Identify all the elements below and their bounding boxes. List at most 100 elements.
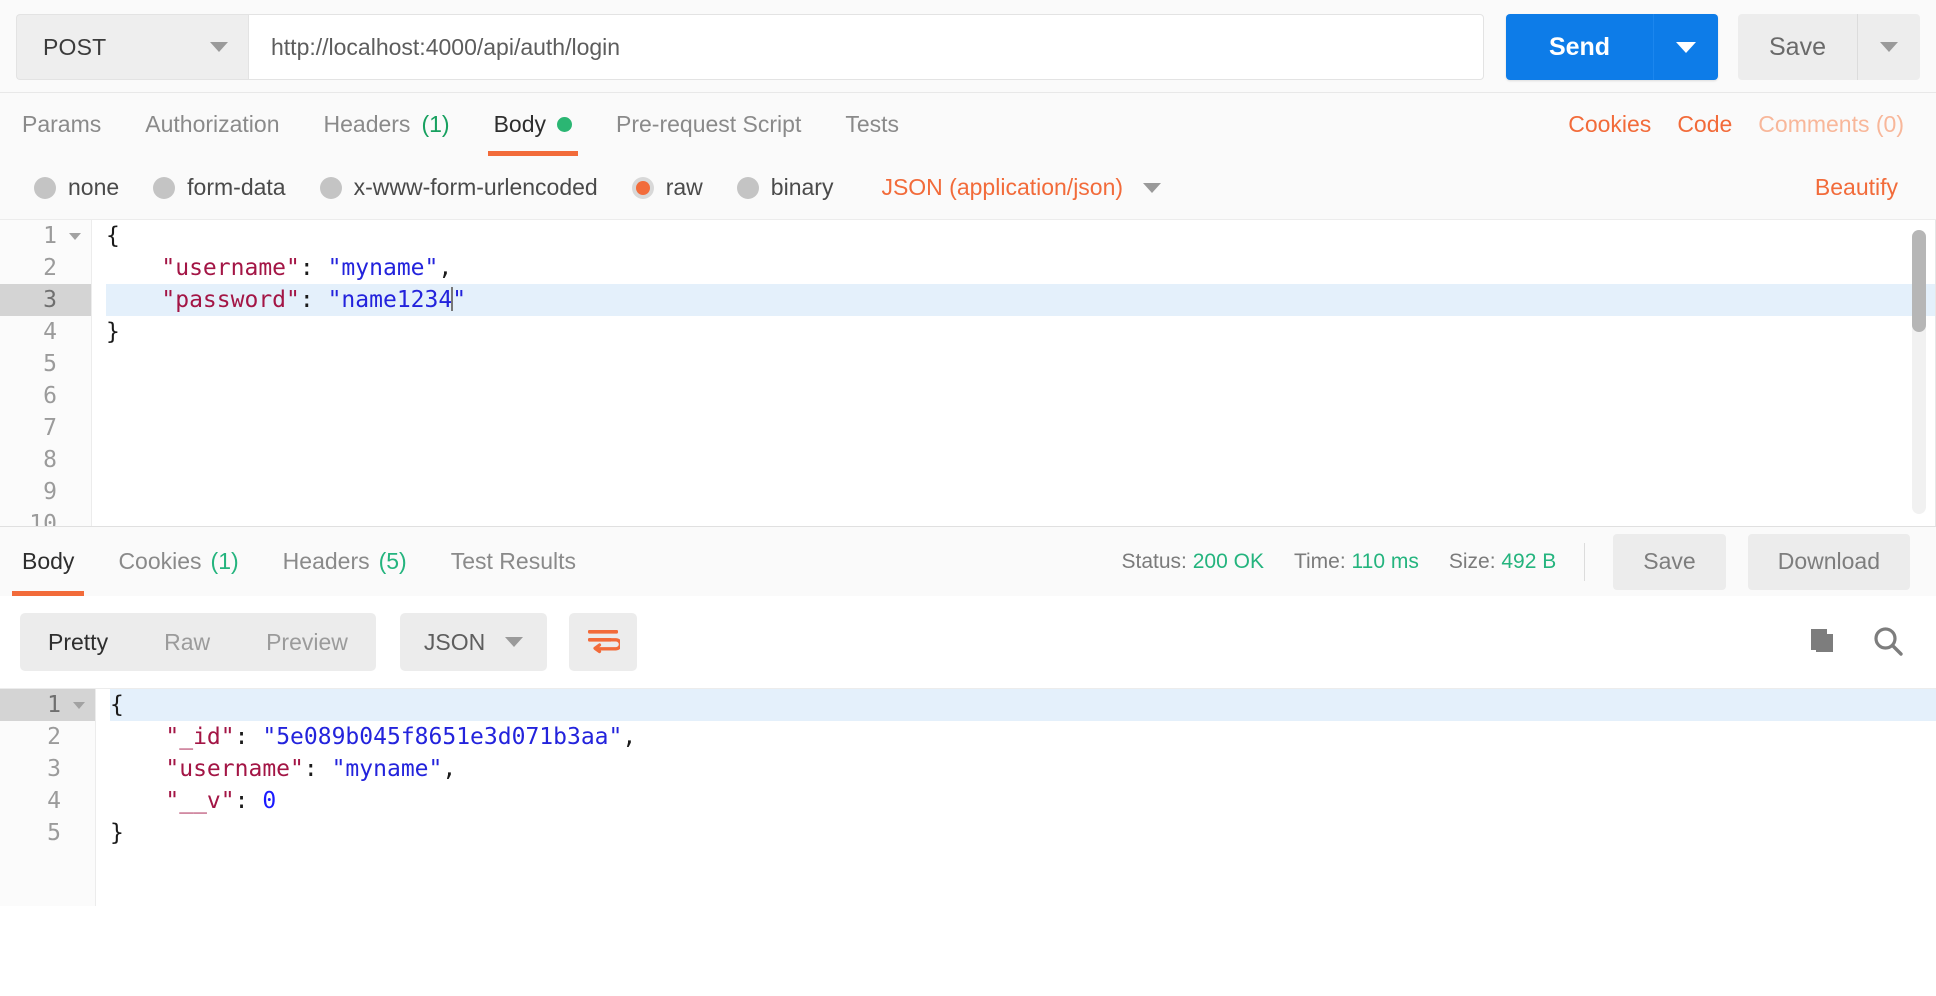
code-token: ,	[442, 756, 457, 782]
tab-label: Pre-request Script	[616, 111, 802, 137]
tab-label: Params	[22, 111, 102, 137]
option-label: form-data	[187, 174, 286, 200]
response-editor-gutter: 1 2 3 4 5	[0, 689, 96, 906]
view-pretty-button[interactable]: Pretty	[20, 613, 136, 671]
line-number: 2	[47, 724, 61, 750]
response-download-button[interactable]: Download	[1747, 533, 1910, 590]
code-line: "_id": "5e089b045f8651e3d071b3aa",	[110, 721, 1936, 753]
divider	[1584, 542, 1586, 581]
tab-label: Body	[493, 111, 546, 137]
line-number: 6	[43, 383, 57, 409]
code-token: "5e089b045f8651e3d071b3aa"	[262, 724, 623, 750]
request-code-content[interactable]: { "username": "myname", "password": "nam…	[92, 220, 1936, 526]
code-token: "username"	[165, 756, 304, 782]
tab-headers[interactable]: Headers (1)	[302, 93, 472, 156]
response-format-select[interactable]: JSON	[399, 613, 548, 671]
content-type-label: JSON (application/json)	[881, 174, 1124, 200]
comments-link[interactable]: Comments (0)	[1758, 111, 1904, 138]
save-button[interactable]: Save	[1738, 14, 1858, 80]
response-code-content[interactable]: { "_id": "5e089b045f8651e3d071b3aa", "us…	[96, 689, 1936, 906]
option-label: none	[68, 174, 120, 200]
body-type-x-www-form-urlencoded[interactable]: x-www-form-urlencoded	[319, 174, 598, 201]
request-tabs-bar: Params Authorization Headers (1) Body Pr…	[0, 92, 1936, 156]
chevron-down-icon	[505, 637, 524, 647]
tab-label: Body	[22, 548, 75, 574]
body-type-options: none form-data x-www-form-urlencoded raw…	[34, 174, 1162, 201]
fold-arrow-icon[interactable]	[73, 702, 85, 709]
request-editor-scrollbar-thumb[interactable]	[1912, 230, 1926, 332]
line-number: 7	[43, 415, 57, 441]
response-body-editor[interactable]: 1 2 3 4 5 { "_id": "5e089b045f8651e3d071…	[0, 688, 1936, 906]
line-number-active: 1	[0, 689, 95, 721]
code-line: }	[110, 817, 1936, 849]
request-url-bar: POST http://localhost:4000/api/auth/logi…	[0, 0, 1936, 92]
line-number: 4	[47, 788, 61, 814]
chevron-down-icon	[1676, 41, 1696, 53]
send-button[interactable]: Send	[1506, 14, 1654, 80]
size-value: 492 B	[1501, 549, 1557, 573]
tab-label: Tests	[845, 111, 900, 137]
line-number-active: 3	[0, 284, 91, 316]
code-token: "	[452, 287, 467, 313]
tab-params[interactable]: Params	[0, 93, 123, 156]
tab-body[interactable]: Body	[472, 93, 594, 156]
time-group: Time: 110 ms	[1294, 550, 1419, 574]
tab-tests[interactable]: Tests	[823, 93, 921, 156]
body-type-binary[interactable]: binary	[736, 174, 833, 201]
code-token: ,	[622, 724, 637, 750]
search-response-button[interactable]	[1870, 624, 1906, 660]
line-number-text: 1	[43, 223, 57, 249]
http-method-select[interactable]: POST	[16, 14, 248, 80]
beautify-button[interactable]: Beautify	[1815, 174, 1910, 201]
code-token: "username"	[161, 255, 300, 281]
line-number: 4	[43, 319, 57, 345]
content-type-select[interactable]: JSON (application/json)	[881, 174, 1162, 201]
view-raw-button[interactable]: Raw	[136, 613, 238, 671]
response-tab-headers[interactable]: Headers (5)	[261, 527, 429, 596]
tab-label: Test Results	[450, 548, 576, 574]
body-type-raw[interactable]: raw	[631, 174, 703, 201]
tab-label: Authorization	[145, 111, 280, 137]
response-toolbar: Pretty Raw Preview JSON	[0, 596, 1936, 688]
code-token: ,	[438, 255, 453, 281]
response-tab-test-results[interactable]: Test Results	[429, 527, 598, 596]
size-label: Size:	[1448, 549, 1496, 573]
request-tabs: Params Authorization Headers (1) Body Pr…	[0, 93, 921, 156]
fold-arrow-icon[interactable]	[69, 233, 81, 240]
body-modified-dot-icon	[557, 117, 572, 132]
send-options-button[interactable]	[1654, 14, 1718, 80]
body-type-bar: none form-data x-www-form-urlencoded raw…	[0, 156, 1936, 220]
save-options-button[interactable]	[1858, 14, 1920, 80]
code-token: :	[303, 756, 332, 782]
response-save-button[interactable]: Save	[1613, 533, 1726, 590]
send-button-group: Send	[1506, 14, 1718, 80]
view-preview-button[interactable]: Preview	[238, 613, 376, 671]
tab-authorization[interactable]: Authorization	[123, 93, 301, 156]
tab-pre-request-script[interactable]: Pre-request Script	[594, 93, 823, 156]
code-token: }	[110, 820, 124, 846]
code-token: "__v"	[165, 788, 235, 814]
radio-icon	[34, 176, 56, 199]
body-type-none[interactable]: none	[34, 174, 119, 201]
word-wrap-toggle[interactable]	[569, 613, 638, 671]
response-tab-body[interactable]: Body	[0, 527, 96, 596]
response-meta: Status: 200 OK Time: 110 ms Size: 492 B	[1122, 550, 1557, 574]
option-label: raw	[665, 174, 703, 200]
cookies-link[interactable]: Cookies	[1568, 111, 1651, 138]
tab-label: Cookies	[118, 548, 202, 574]
copy-to-clipboard-button[interactable]	[1804, 625, 1840, 659]
code-token: "myname"	[327, 255, 439, 281]
code-link[interactable]: Code	[1677, 111, 1732, 138]
body-type-form-data[interactable]: form-data	[153, 174, 286, 201]
line-number: 5	[47, 820, 61, 846]
chevron-down-icon	[210, 42, 228, 52]
line-number: 10	[29, 511, 57, 526]
tab-label: Headers	[282, 548, 370, 574]
line-number: 9	[43, 479, 57, 505]
request-body-editor[interactable]: 1 2 3 4 5 6 7 8 9 10 { "username": "myna…	[0, 220, 1936, 526]
request-url-input[interactable]: http://localhost:4000/api/auth/login	[248, 14, 1484, 80]
response-tab-cookies[interactable]: Cookies (1)	[96, 527, 260, 596]
code-line: }	[106, 316, 1936, 348]
